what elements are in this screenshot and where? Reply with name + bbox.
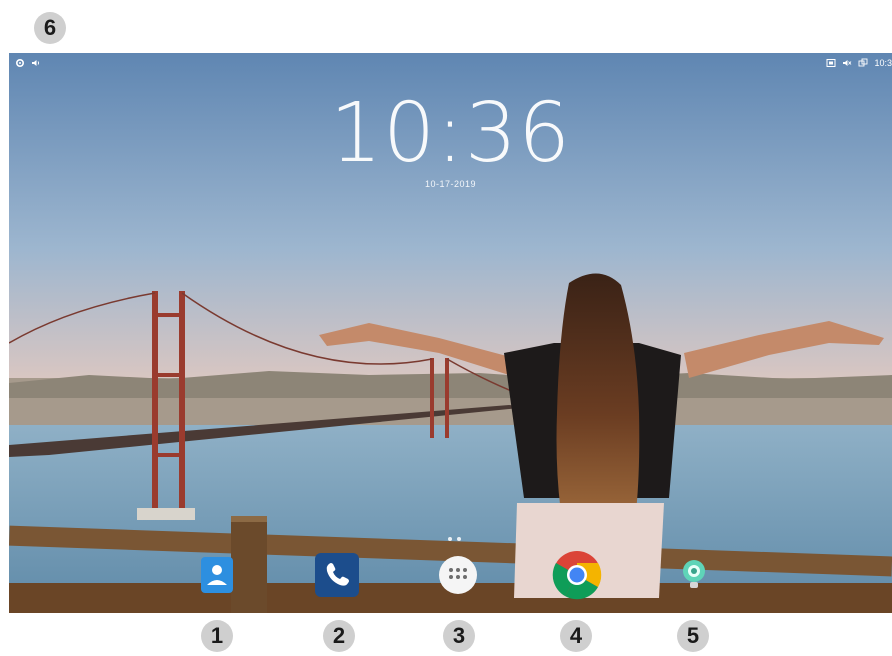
page-dot bbox=[457, 537, 461, 541]
network-icon bbox=[859, 58, 868, 67]
callout-marker-4: 4 bbox=[560, 620, 592, 652]
camera-icon bbox=[683, 560, 705, 588]
callout-marker-6: 6 bbox=[34, 12, 66, 44]
contacts-icon bbox=[201, 557, 233, 593]
volume-icon bbox=[32, 60, 40, 66]
device-home-screen: 10:3 10:36 10-17-2019 bbox=[9, 53, 892, 613]
callout-marker-5: 5 bbox=[677, 620, 709, 652]
callout-marker-1: 1 bbox=[201, 620, 233, 652]
clock-time: 10:36 bbox=[329, 86, 572, 181]
app-drawer[interactable] bbox=[435, 552, 481, 598]
mute-icon bbox=[843, 60, 852, 66]
phone-icon bbox=[315, 553, 359, 597]
app-drawer-icon bbox=[439, 556, 477, 594]
contacts-app[interactable] bbox=[194, 552, 240, 598]
settings-icon[interactable] bbox=[15, 58, 25, 68]
chrome-browser[interactable] bbox=[551, 549, 603, 601]
clock-date: 10-17-2019 bbox=[424, 179, 477, 189]
callout-marker-3: 3 bbox=[443, 620, 475, 652]
screen-icon bbox=[826, 59, 836, 67]
status-bar-right: 10:3 bbox=[826, 56, 892, 70]
chrome-icon bbox=[552, 551, 602, 600]
status-time: 10:3 bbox=[874, 58, 892, 68]
camera-app[interactable] bbox=[671, 552, 717, 598]
page-indicator bbox=[448, 537, 461, 541]
page-dot bbox=[448, 537, 452, 541]
callout-marker-2: 2 bbox=[323, 620, 355, 652]
status-bar-left bbox=[15, 56, 41, 70]
phone-app[interactable] bbox=[314, 552, 360, 598]
